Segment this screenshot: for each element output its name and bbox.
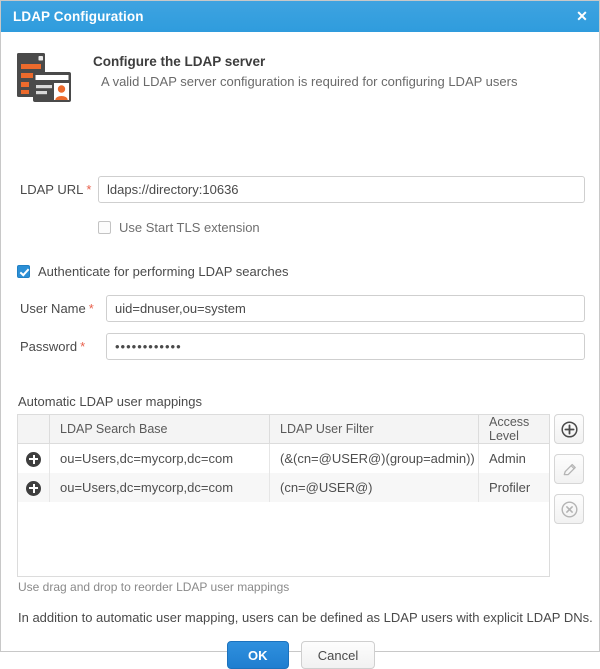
- ldap-url-row: LDAP URL*: [20, 176, 585, 203]
- required-asterisk: *: [89, 301, 94, 316]
- user-name-label-text: User Name: [20, 301, 86, 316]
- dialog-header-text: Configure the LDAP server A valid LDAP s…: [93, 50, 517, 91]
- column-header-handle: [18, 415, 50, 444]
- drag-handle-icon[interactable]: [26, 481, 41, 496]
- delete-mapping-button[interactable]: [554, 494, 584, 524]
- authenticate-row: Authenticate for performing LDAP searche…: [17, 264, 289, 279]
- start-tls-checkbox[interactable]: Use Start TLS extension: [98, 220, 260, 235]
- start-tls-label: Use Start TLS extension: [119, 220, 260, 235]
- circle-plus-icon: [561, 421, 578, 438]
- ldap-url-input[interactable]: [98, 176, 585, 203]
- row-drag-handle-cell[interactable]: [18, 444, 50, 474]
- required-asterisk: *: [80, 339, 85, 354]
- mappings-section-title: Automatic LDAP user mappings: [18, 394, 202, 409]
- authenticate-label: Authenticate for performing LDAP searche…: [38, 264, 289, 279]
- drag-handle-icon[interactable]: [26, 452, 41, 467]
- password-row: Password*: [20, 333, 585, 360]
- mappings-actions-toolbar: [554, 414, 586, 534]
- start-tls-row: Use Start TLS extension: [98, 220, 260, 235]
- header-subtitle: A valid LDAP server configuration is req…: [93, 73, 517, 91]
- user-name-label: User Name*: [20, 301, 98, 316]
- checkbox-box-checked[interactable]: [17, 265, 30, 278]
- cancel-button[interactable]: Cancel: [301, 641, 375, 669]
- cell-search-base: ou=Users,dc=mycorp,dc=com: [50, 473, 270, 502]
- user-name-row: User Name*: [20, 295, 585, 322]
- dialog-header-block: Configure the LDAP server A valid LDAP s…: [1, 32, 599, 104]
- password-input[interactable]: [106, 333, 585, 360]
- password-label: Password*: [20, 339, 98, 354]
- ldap-configuration-dialog: LDAP Configuration ✕: [0, 0, 600, 652]
- mappings-table-head: LDAP Search Base LDAP User Filter Access…: [18, 415, 549, 444]
- ok-button[interactable]: OK: [227, 641, 289, 669]
- row-drag-handle-cell[interactable]: [18, 473, 50, 502]
- drag-drop-hint: Use drag and drop to reorder LDAP user m…: [18, 580, 289, 594]
- password-label-text: Password: [20, 339, 77, 354]
- cell-search-base: ou=Users,dc=mycorp,dc=com: [50, 444, 270, 474]
- add-mapping-button[interactable]: [554, 414, 584, 444]
- column-header-search-base[interactable]: LDAP Search Base: [50, 415, 270, 444]
- column-header-access-level[interactable]: Access Level: [479, 415, 550, 444]
- explicit-dn-note: In addition to automatic user mapping, u…: [18, 610, 593, 625]
- user-name-input[interactable]: [106, 295, 585, 322]
- table-row[interactable]: ou=Users,dc=mycorp,dc=com (&(cn=@USER@)(…: [18, 444, 549, 474]
- cell-access-level: Admin: [479, 444, 550, 474]
- column-header-user-filter[interactable]: LDAP User Filter: [270, 415, 479, 444]
- table-row[interactable]: ou=Users,dc=mycorp,dc=com (cn=@USER@) Pr…: [18, 473, 549, 502]
- cell-user-filter: (cn=@USER@): [270, 473, 479, 502]
- required-asterisk: *: [86, 182, 91, 197]
- cell-access-level: Profiler: [479, 473, 550, 502]
- dialog-titlebar: LDAP Configuration ✕: [1, 1, 599, 32]
- mappings-header-row: LDAP Search Base LDAP User Filter Access…: [18, 415, 549, 444]
- mappings-table-container: LDAP Search Base LDAP User Filter Access…: [17, 414, 550, 577]
- checkbox-box-unchecked[interactable]: [98, 221, 111, 234]
- circle-x-icon: [561, 501, 578, 518]
- mappings-table: LDAP Search Base LDAP User Filter Access…: [18, 415, 549, 502]
- pencil-icon: [561, 461, 578, 478]
- ldap-url-label-text: LDAP URL: [20, 182, 83, 197]
- mappings-table-body: ou=Users,dc=mycorp,dc=com (&(cn=@USER@)(…: [18, 444, 549, 503]
- dialog-body: Configure the LDAP server A valid LDAP s…: [1, 32, 599, 651]
- edit-mapping-button[interactable]: [554, 454, 584, 484]
- dialog-title: LDAP Configuration: [13, 9, 144, 24]
- authenticate-checkbox[interactable]: Authenticate for performing LDAP searche…: [17, 264, 289, 279]
- header-title: Configure the LDAP server: [93, 53, 517, 71]
- cell-user-filter: (&(cn=@USER@)(group=admin)): [270, 444, 479, 474]
- close-icon[interactable]: ✕: [565, 1, 599, 32]
- ldap-url-label: LDAP URL*: [20, 182, 92, 197]
- dialog-footer: OK Cancel: [1, 641, 600, 669]
- ldap-server-card-icon: [15, 52, 73, 104]
